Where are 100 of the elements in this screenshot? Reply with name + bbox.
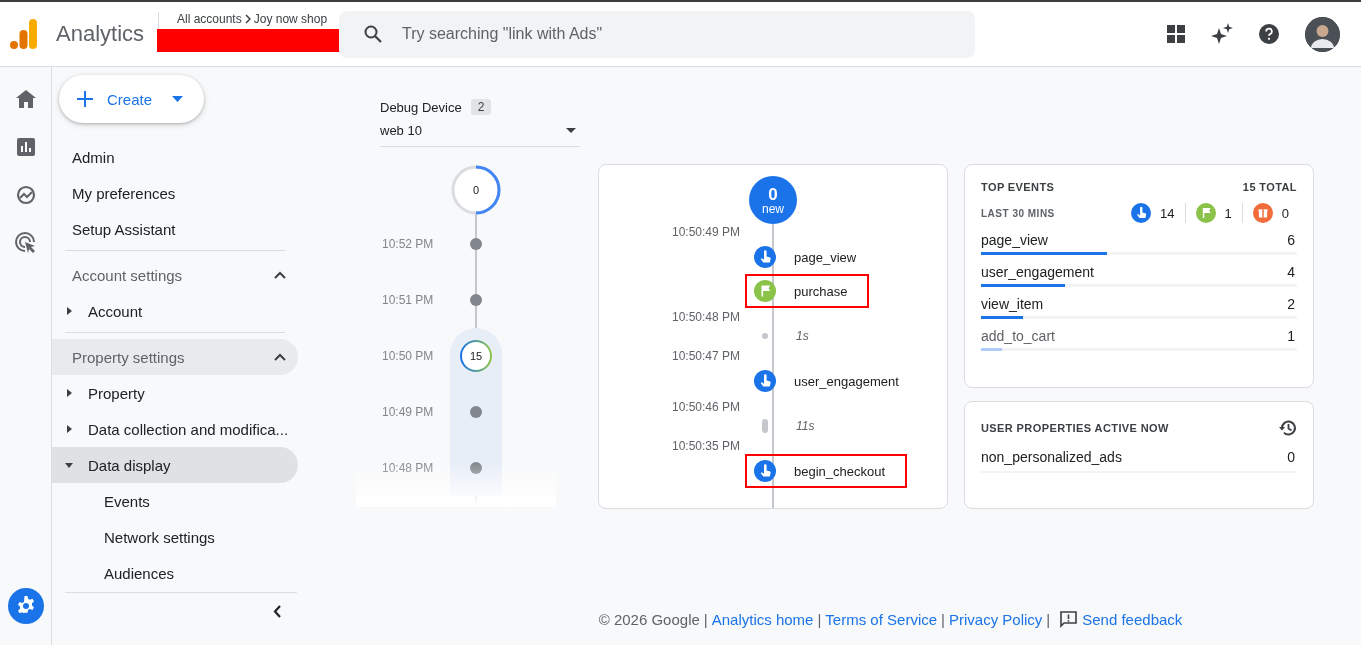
- card-title: TOP EVENTS: [981, 181, 1055, 193]
- new-events-bubble: 0 new: [749, 176, 797, 224]
- event-name: purchase: [794, 283, 848, 299]
- time-gap-label: 11s: [796, 419, 816, 433]
- period-label: LAST 30 MINS: [981, 207, 1055, 219]
- minute-label: 10:51 PM: [381, 293, 435, 307]
- nav-label: Data display: [88, 456, 171, 474]
- time-gap-label: 1s: [796, 329, 810, 343]
- device-label: Debug Device: [380, 99, 462, 115]
- event-type-count: 0: [1281, 205, 1289, 221]
- minute-label: 10:48 PM: [381, 461, 435, 475]
- help-button[interactable]: [1259, 24, 1279, 44]
- event-time: 10:50:48 PM: [672, 309, 742, 324]
- minute-dot[interactable]: [470, 462, 482, 474]
- events-total: 15 TOTAL: [1242, 181, 1297, 193]
- footer-link[interactable]: Terms of Service: [825, 610, 938, 628]
- minute-dot[interactable]: [470, 294, 482, 306]
- collapse-button[interactable]: [273, 605, 281, 618]
- event-count: 4: [1287, 264, 1295, 280]
- section-label: Property settings: [72, 348, 185, 366]
- caret-down-icon: [65, 462, 73, 468]
- help-icon: [1259, 24, 1279, 44]
- plus-icon: [77, 91, 93, 107]
- caret-down-icon: [172, 96, 184, 102]
- gap-dot-marker: [762, 333, 768, 339]
- separator: |: [703, 610, 708, 628]
- highlight-box[interactable]: begin_checkout: [745, 454, 908, 488]
- feedback-link[interactable]: Send feedback: [1060, 610, 1183, 628]
- event-count: 1: [1287, 328, 1295, 344]
- footer-link[interactable]: Analytics home: [711, 610, 814, 628]
- separator: |: [1046, 610, 1051, 628]
- ai-button[interactable]: [1211, 23, 1233, 45]
- history-icon[interactable]: [1279, 419, 1297, 437]
- settings-icon: [15, 596, 36, 616]
- minute-count-bubble[interactable]: 15: [460, 340, 492, 372]
- flag-icon: [754, 280, 776, 302]
- nav-item[interactable]: Audiences: [52, 555, 298, 591]
- nav-item[interactable]: Data display: [52, 447, 298, 483]
- caret-right-icon: [66, 425, 72, 433]
- minute-label: 10:49 PM: [381, 405, 435, 419]
- event-name: begin_checkout: [794, 463, 886, 479]
- nav-item[interactable]: Setup Assistant: [52, 211, 298, 247]
- home-icon: [15, 90, 36, 108]
- event-type-count: 14: [1160, 205, 1175, 221]
- event-time: 10:50:49 PM: [672, 224, 742, 239]
- nav-label: Account: [88, 302, 143, 320]
- nav-item[interactable]: My preferences: [52, 175, 298, 211]
- event-name[interactable]: view_item: [981, 296, 1044, 312]
- footer-link[interactable]: Privacy Policy: [948, 610, 1043, 628]
- minute-dot[interactable]: [470, 406, 482, 418]
- breadcrumb-link[interactable]: Joy now shop: [253, 12, 328, 26]
- caret-right-icon: [66, 307, 72, 315]
- event-name[interactable]: add_to_cart: [981, 328, 1055, 344]
- property-value: 0: [1287, 449, 1295, 465]
- nav-label: Data collection and modifica...: [88, 420, 289, 438]
- chevron-up-icon: [274, 271, 286, 279]
- bar-chart-icon: [16, 138, 35, 156]
- chevron-left-icon: [273, 605, 281, 618]
- event-name[interactable]: page_view: [981, 232, 1048, 248]
- grid-icon: [1167, 25, 1185, 43]
- chevron-up-icon: [274, 353, 286, 361]
- analytics-logo: [10, 19, 38, 49]
- trend-chart-icon: [15, 185, 36, 205]
- event-name: user_engagement: [794, 373, 899, 389]
- minute-dot[interactable]: [470, 238, 482, 250]
- nav-item[interactable]: Network settings: [52, 519, 298, 555]
- highlight-box[interactable]: purchase: [745, 274, 870, 308]
- minute-label: 10:52 PM: [381, 237, 435, 251]
- search-field[interactable]: Try searching "link with Ads": [339, 10, 975, 58]
- device-dropdown[interactable]: web 10: [380, 123, 580, 138]
- settings-nav-button[interactable]: [7, 588, 44, 624]
- flag-icon: [1195, 203, 1216, 223]
- event-count: 2: [1287, 296, 1295, 312]
- apps-button[interactable]: [1167, 25, 1185, 43]
- copyright-text: © 2026 Google: [598, 610, 700, 628]
- event-name[interactable]: user_engagement: [981, 264, 1094, 280]
- minute-label: 10:50 PM: [381, 349, 435, 363]
- event-name: page_view: [794, 249, 857, 265]
- event-time: 10:50:46 PM: [672, 399, 742, 414]
- nav-item[interactable]: Property: [52, 375, 298, 411]
- nav-item[interactable]: Events: [52, 483, 298, 519]
- chevron-right-icon: [244, 14, 251, 24]
- separator: |: [941, 610, 945, 628]
- breadcrumb-link[interactable]: All accounts: [177, 12, 242, 26]
- caret-right-icon: [66, 389, 72, 397]
- nav-item[interactable]: Account: [52, 293, 298, 329]
- tap-hand-icon: [754, 246, 776, 268]
- nav-item[interactable]: Admin: [52, 139, 298, 175]
- nav-item[interactable]: Data collection and modifica...: [52, 411, 298, 447]
- caret-down-icon: [566, 128, 576, 133]
- event-row[interactable]: user_engagement: [745, 364, 921, 398]
- avatar[interactable]: [1305, 16, 1340, 52]
- tap-hand-icon: [754, 370, 776, 392]
- event-time: 10:50:47 PM: [672, 348, 742, 363]
- gap-bar-marker: [762, 419, 768, 433]
- create-button[interactable]: Create: [59, 75, 204, 123]
- event-row[interactable]: page_view: [745, 240, 879, 274]
- property-name: non_personalized_ads: [981, 449, 1122, 465]
- tap-hand-icon: [1131, 203, 1152, 223]
- event-type-count: 1: [1224, 205, 1232, 221]
